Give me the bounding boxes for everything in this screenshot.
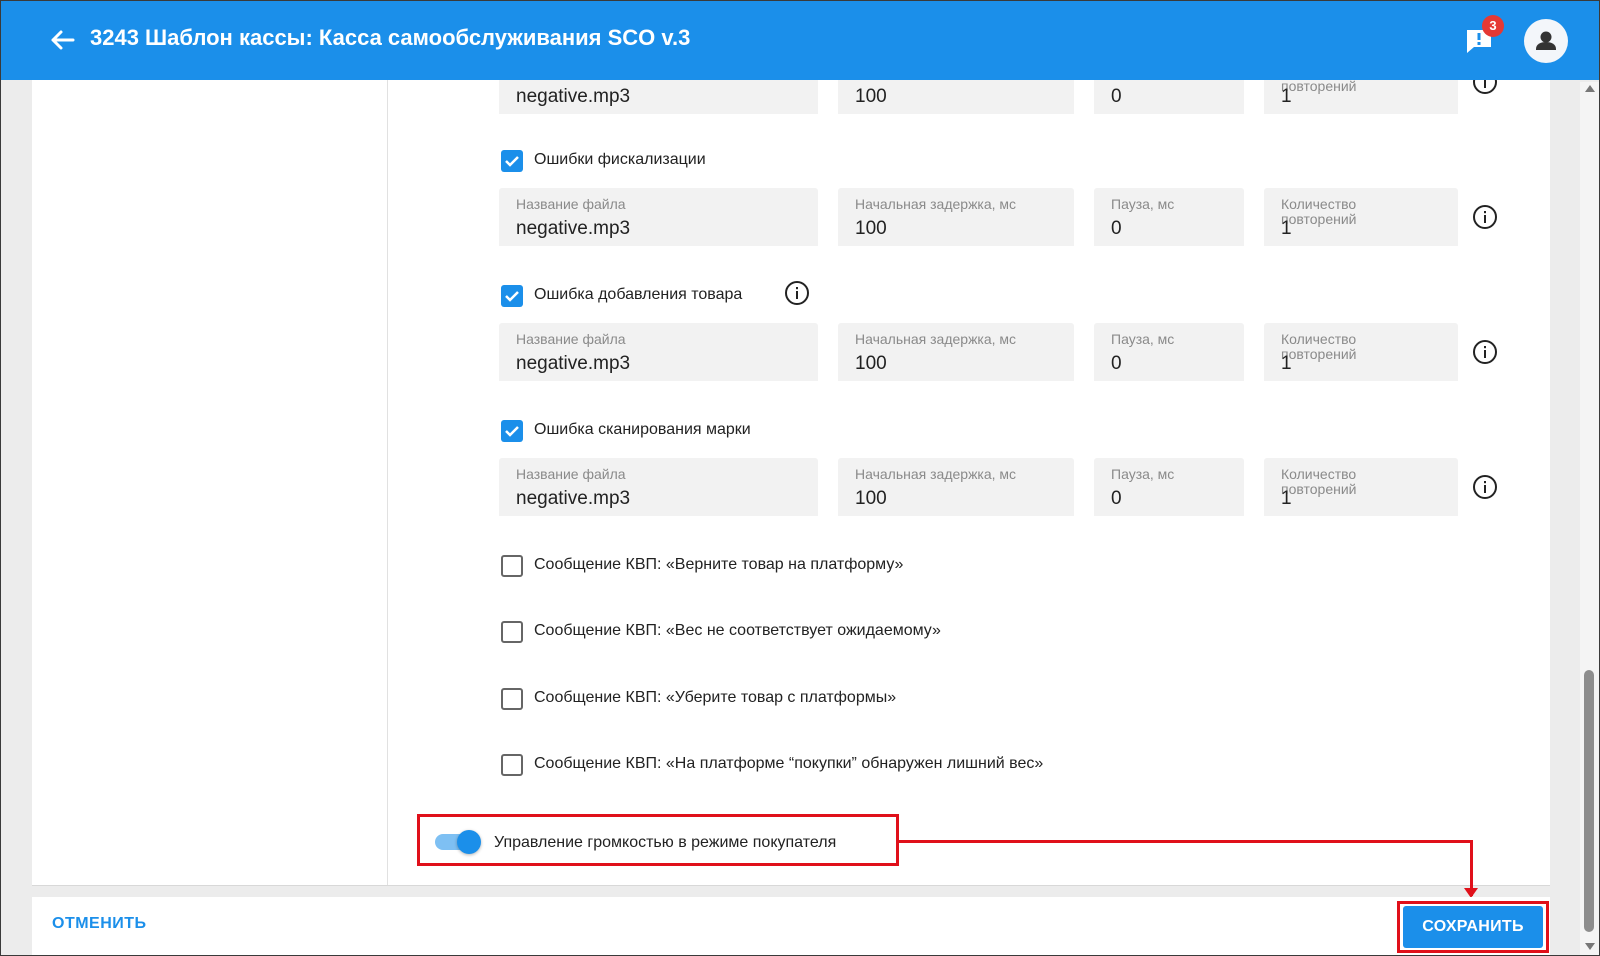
app-header: 3243 Шаблон кассы: Касса самообслуживани… bbox=[0, 0, 1600, 80]
info-circle-icon[interactable] bbox=[1472, 474, 1498, 500]
initial-delay-field[interactable]: Начальная задержка, мс 100 bbox=[838, 188, 1074, 246]
repeat-count-field[interactable]: Количество повторений 1 bbox=[1264, 323, 1458, 381]
repeat-count-value: 1 bbox=[1281, 218, 1292, 239]
pause-value: 0 bbox=[1111, 218, 1122, 239]
annotation-highlight-toggle bbox=[417, 814, 899, 866]
initial-delay-label: Начальная задержка, мс bbox=[855, 331, 1017, 347]
pause-field[interactable]: 0 bbox=[1094, 80, 1244, 114]
pause-label: Пауза, мс bbox=[1111, 466, 1175, 482]
section-label: Ошибка добавления товара bbox=[534, 286, 743, 303]
file-name-value: negative.mp3 bbox=[516, 353, 631, 374]
message-label: Сообщение КВП: «Уберите товар с платформ… bbox=[534, 689, 897, 706]
cancel-button[interactable]: ОТМЕНИТЬ bbox=[52, 915, 147, 933]
initial-delay-value: 100 bbox=[855, 86, 887, 107]
page-title: 3243 Шаблон кассы: Касса самообслуживани… bbox=[90, 25, 691, 50]
initial-delay-field[interactable]: Начальная задержка, мс 100 bbox=[838, 458, 1074, 516]
fiscalization-errors-checkbox[interactable] bbox=[501, 150, 523, 172]
repeat-count-label: Количество повторений bbox=[1281, 196, 1357, 227]
message-checkbox[interactable] bbox=[501, 754, 523, 776]
annotation-connector bbox=[899, 840, 1473, 843]
file-name-label: Название файла bbox=[516, 331, 626, 347]
file-name-field[interactable]: Название файла negative.mp3 bbox=[499, 323, 818, 381]
repeat-count-value: 1 bbox=[1281, 86, 1292, 107]
user-icon bbox=[1536, 31, 1556, 50]
scroll-down-arrow-icon[interactable] bbox=[1585, 943, 1595, 950]
file-name-field[interactable]: negative.mp3 bbox=[499, 80, 818, 114]
initial-delay-value: 100 bbox=[855, 353, 887, 374]
file-name-field[interactable]: Название файла negative.mp3 bbox=[499, 188, 818, 246]
message-label: Сообщение КВП: «Верните товар на платфор… bbox=[534, 556, 904, 573]
file-name-value: negative.mp3 bbox=[516, 86, 631, 107]
check-icon bbox=[505, 426, 519, 437]
user-avatar-button[interactable] bbox=[1524, 19, 1568, 63]
initial-delay-label: Начальная задержка, мс bbox=[855, 196, 1017, 212]
repeat-count-label: Количество повторений bbox=[1281, 466, 1357, 497]
repeat-count-value: 1 bbox=[1281, 353, 1292, 374]
section-label: Ошибки фискализации bbox=[534, 151, 706, 168]
check-icon bbox=[505, 291, 519, 302]
initial-delay-field[interactable]: Начальная задержка, мс 100 bbox=[838, 323, 1074, 381]
footer-bar: ОТМЕНИТЬ bbox=[32, 897, 1550, 956]
message-checkbox[interactable] bbox=[501, 555, 523, 577]
info-circle-icon[interactable] bbox=[1472, 80, 1498, 95]
initial-delay-field[interactable]: 100 bbox=[838, 80, 1074, 114]
pause-value: 0 bbox=[1111, 86, 1122, 107]
message-checkbox[interactable] bbox=[501, 688, 523, 710]
repeat-count-label: Количество повторений bbox=[1281, 331, 1357, 362]
scroll-up-arrow-icon[interactable] bbox=[1585, 85, 1595, 92]
file-name-label: Название файла bbox=[516, 466, 626, 482]
message-label: Сообщение КВП: «На платформе “покупки” о… bbox=[534, 755, 1044, 772]
message-checkbox[interactable] bbox=[501, 621, 523, 643]
initial-delay-label: Начальная задержка, мс bbox=[855, 466, 1017, 482]
add-item-error-checkbox[interactable] bbox=[501, 285, 523, 307]
pause-label: Пауза, мс bbox=[1111, 196, 1175, 212]
message-label: Сообщение КВП: «Вес не соответствует ожи… bbox=[534, 622, 941, 639]
mark-scan-error-checkbox[interactable] bbox=[501, 420, 523, 442]
info-circle-icon[interactable] bbox=[784, 280, 810, 306]
pause-field[interactable]: Пауза, мс 0 bbox=[1094, 458, 1244, 516]
info-circle-icon[interactable] bbox=[1472, 339, 1498, 365]
notification-badge: 3 bbox=[1482, 15, 1504, 37]
pause-field[interactable]: Пауза, мс 0 bbox=[1094, 188, 1244, 246]
pause-label: Пауза, мс bbox=[1111, 331, 1175, 347]
file-name-label: Название файла bbox=[516, 196, 626, 212]
file-name-value: negative.mp3 bbox=[516, 488, 631, 509]
repeat-count-field[interactable]: повторений 1 bbox=[1264, 80, 1458, 114]
settings-card: negative.mp3 100 0 повторений 1 Ошибки ф… bbox=[32, 80, 1550, 886]
file-name-field[interactable]: Название файла negative.mp3 bbox=[499, 458, 818, 516]
initial-delay-value: 100 bbox=[855, 218, 887, 239]
repeat-count-field[interactable]: Количество повторений 1 bbox=[1264, 458, 1458, 516]
info-circle-icon[interactable] bbox=[1472, 204, 1498, 230]
save-button[interactable]: СОХРАНИТЬ bbox=[1403, 906, 1543, 948]
arrow-left-icon bbox=[51, 30, 75, 50]
file-name-value: negative.mp3 bbox=[516, 218, 631, 239]
repeat-count-field[interactable]: Количество повторений 1 bbox=[1264, 188, 1458, 246]
pause-value: 0 bbox=[1111, 488, 1122, 509]
check-icon bbox=[505, 156, 519, 167]
section-label: Ошибка сканирования марки bbox=[534, 421, 751, 438]
initial-delay-value: 100 bbox=[855, 488, 887, 509]
pause-field[interactable]: Пауза, мс 0 bbox=[1094, 323, 1244, 381]
column-divider bbox=[387, 80, 388, 885]
scrollbar-thumb[interactable] bbox=[1584, 670, 1594, 932]
back-button[interactable] bbox=[44, 22, 80, 58]
repeat-count-value: 1 bbox=[1281, 488, 1292, 509]
repeat-count-label: повторений bbox=[1281, 80, 1357, 94]
pause-value: 0 bbox=[1111, 353, 1122, 374]
